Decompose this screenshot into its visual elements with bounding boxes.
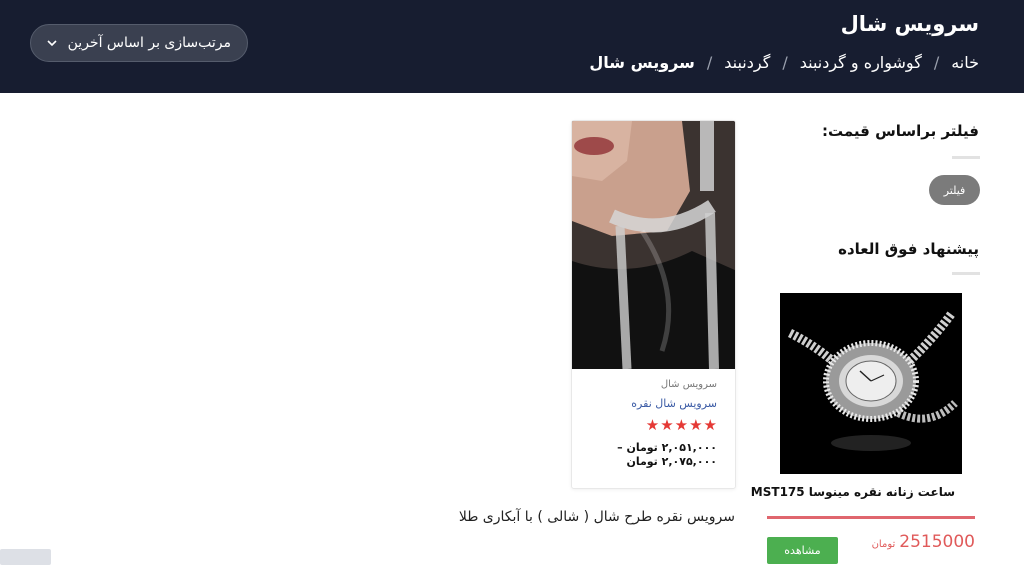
section-divider xyxy=(952,156,980,159)
page-title: سرویس شال xyxy=(840,12,979,36)
star-icon: ★ xyxy=(660,416,674,434)
scroll-to-top-button[interactable] xyxy=(0,549,51,565)
price-currency: تومان xyxy=(871,539,896,550)
breadcrumb-home[interactable]: خانه xyxy=(951,53,979,72)
view-button[interactable]: مشاهده xyxy=(767,537,838,564)
breadcrumb-necklaces[interactable]: گردنبند xyxy=(724,53,770,72)
price-value: 2515000 xyxy=(899,532,975,552)
sort-dropdown-label: مرتب‌سازی بر اساس آخرین xyxy=(67,35,231,51)
product-rating: ★ ★ ★ ★ ★ xyxy=(646,418,717,433)
breadcrumb-separator: / xyxy=(782,53,788,72)
special-product-divider xyxy=(767,516,975,519)
price-min: ۲,۰۵۱,۰۰۰ تومان – xyxy=(617,441,717,454)
product-price-range: ۲,۰۵۱,۰۰۰ تومان – ۲,۰۷۵,۰۰۰ تومان xyxy=(617,441,717,469)
price-max: ۲,۰۷۵,۰۰۰ تومان xyxy=(626,455,717,468)
special-offer-title: پیشنهاد فوق العاده xyxy=(838,240,979,258)
product-description: سرویس نقره طرح شال ( شالی ) با آبکاری طل… xyxy=(458,509,735,525)
product-image[interactable] xyxy=(572,121,735,369)
breadcrumb-earrings-necklaces[interactable]: گوشواره و گردنبند xyxy=(800,53,922,72)
breadcrumb-separator: / xyxy=(706,53,713,72)
product-name[interactable]: سرویس شال نقره xyxy=(631,397,717,410)
star-icon: ★ xyxy=(674,416,689,434)
filter-button[interactable]: فیلتر xyxy=(929,175,980,205)
star-icon: ★ xyxy=(703,416,717,434)
special-product-image[interactable] xyxy=(780,293,962,474)
price-filter-title: فیلتر براساس قیمت: xyxy=(821,122,979,140)
sort-dropdown[interactable]: مرتب‌سازی بر اساس آخرین xyxy=(30,24,248,62)
special-product-name[interactable]: ساعت زنانه نقره مینوسا MST175 xyxy=(751,485,955,499)
breadcrumb: خانه / گوشواره و گردنبند / گردنبند / سرو… xyxy=(589,53,979,72)
product-card[interactable]: سرویس شال سرویس شال نقره ★ ★ ★ ★ ★ ۲,۰۵۱… xyxy=(571,120,736,489)
page-header: سرویس شال خانه / گوشواره و گردنبند / گرد… xyxy=(0,0,1024,93)
star-icon: ★ xyxy=(689,416,703,434)
product-category[interactable]: سرویس شال xyxy=(661,379,717,390)
star-icon: ★ xyxy=(645,416,660,434)
breadcrumb-separator: / xyxy=(933,53,940,72)
special-product-price: 2515000 تومان xyxy=(872,532,975,552)
breadcrumb-current: سرویس شال xyxy=(589,53,695,72)
chevron-down-icon xyxy=(47,36,57,50)
section-divider xyxy=(952,272,980,275)
